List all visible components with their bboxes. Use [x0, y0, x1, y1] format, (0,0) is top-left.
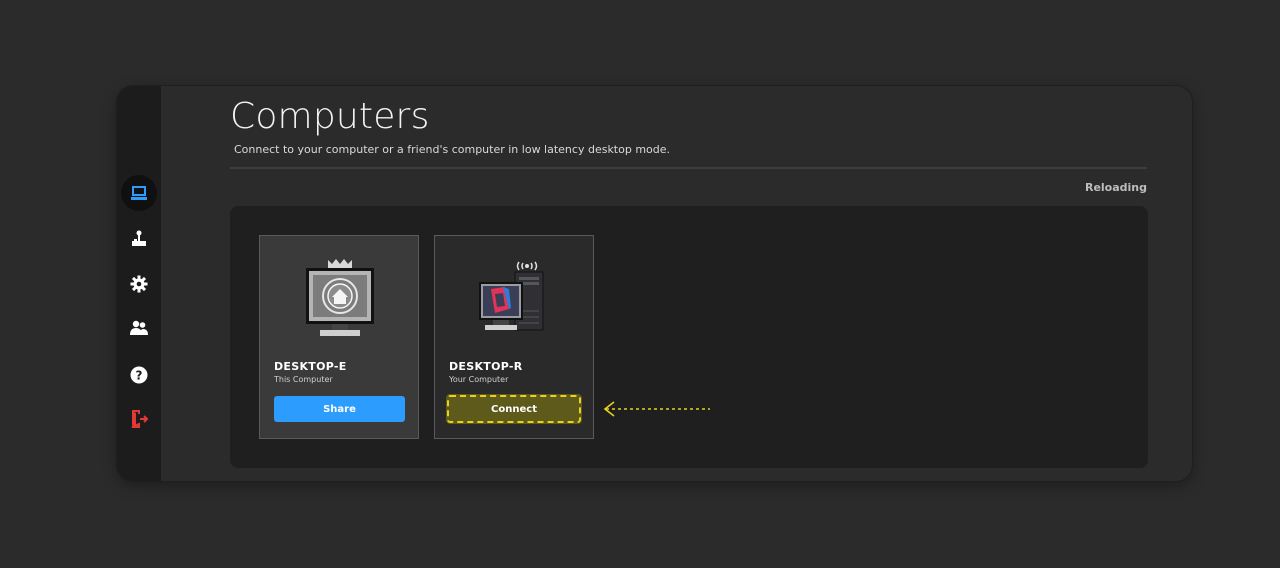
computer-name: DESKTOP-E	[274, 360, 347, 373]
home-monitor-icon	[306, 259, 374, 336]
joystick-icon	[132, 230, 146, 246]
computers-panel: DESKTOP-E This Computer Share DESKTOP-R …	[230, 206, 1148, 468]
help-icon: ?	[130, 366, 148, 384]
sidebar-item-computers[interactable]	[121, 175, 157, 211]
sidebar-item-settings[interactable]	[121, 266, 157, 302]
computer-card: DESKTOP-R Your Computer Connect	[434, 235, 594, 439]
desktop-tower-icon	[479, 261, 544, 331]
computer-icon	[131, 186, 147, 200]
connect-button[interactable]: Connect	[446, 394, 582, 424]
sidebar-item-games[interactable]	[121, 221, 157, 257]
sidebar: ?	[117, 86, 161, 481]
divider	[230, 167, 1147, 169]
computer-description: This Computer	[274, 375, 333, 384]
app-window: ? Computers Connect to your computer or …	[117, 86, 1192, 481]
logout-icon	[131, 410, 149, 428]
computer-name: DESKTOP-R	[449, 360, 523, 373]
computer-description: Your Computer	[449, 375, 509, 384]
page-subtitle: Connect to your computer or a friend's c…	[234, 143, 671, 156]
gear-icon	[130, 275, 148, 293]
page-title: Computers	[230, 96, 430, 137]
svg-text:?: ?	[136, 369, 143, 383]
sidebar-item-friends[interactable]	[121, 310, 157, 346]
sidebar-item-logout[interactable]	[121, 401, 157, 437]
computer-card: DESKTOP-E This Computer Share	[259, 235, 419, 439]
sidebar-item-help[interactable]: ?	[121, 357, 157, 393]
status-text: Reloading	[1084, 181, 1147, 194]
dashed-arrow-icon	[603, 401, 710, 417]
share-button[interactable]: Share	[274, 396, 405, 422]
friends-icon	[130, 320, 148, 335]
